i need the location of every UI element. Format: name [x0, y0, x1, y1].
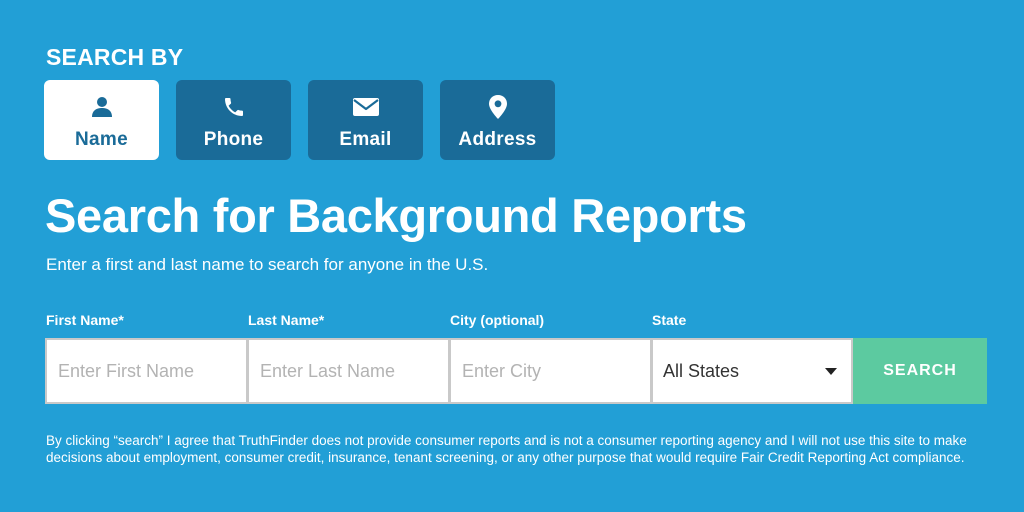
tab-name[interactable]: Name	[44, 80, 159, 160]
page-title: Search for Background Reports	[45, 189, 747, 242]
map-pin-icon	[484, 93, 512, 121]
tab-label: Name	[75, 129, 128, 150]
state-label: State	[652, 312, 687, 328]
city-input[interactable]	[449, 338, 651, 404]
search-form: All States SEARCH	[45, 338, 987, 404]
page-subtitle: Enter a first and last name to search fo…	[46, 255, 489, 274]
tab-email[interactable]: Email	[308, 80, 423, 160]
tab-label: Email	[339, 129, 392, 150]
tab-label: Phone	[203, 129, 264, 150]
state-selected-value: All States	[663, 360, 740, 381]
last-name-input[interactable]	[247, 338, 449, 404]
last-name-label: Last Name*	[248, 312, 325, 328]
tab-phone[interactable]: Phone	[176, 80, 291, 160]
first-name-label: First Name*	[46, 312, 124, 328]
envelope-icon	[352, 93, 380, 121]
disclaimer-text: By clicking “search” I agree that TruthF…	[46, 433, 967, 465]
state-dropdown[interactable]: All States	[651, 338, 853, 404]
search-button[interactable]: SEARCH	[853, 338, 987, 404]
search-type-tabs: Name Phone Email Address	[44, 80, 555, 160]
first-name-input[interactable]	[45, 338, 247, 404]
person-icon	[88, 93, 116, 121]
tab-address[interactable]: Address	[440, 80, 555, 160]
tab-label: Address	[458, 129, 537, 150]
caret-down-icon	[825, 367, 837, 375]
city-label: City (optional)	[450, 312, 545, 328]
search-by-label: SEARCH BY	[46, 44, 184, 70]
phone-icon	[220, 93, 248, 121]
